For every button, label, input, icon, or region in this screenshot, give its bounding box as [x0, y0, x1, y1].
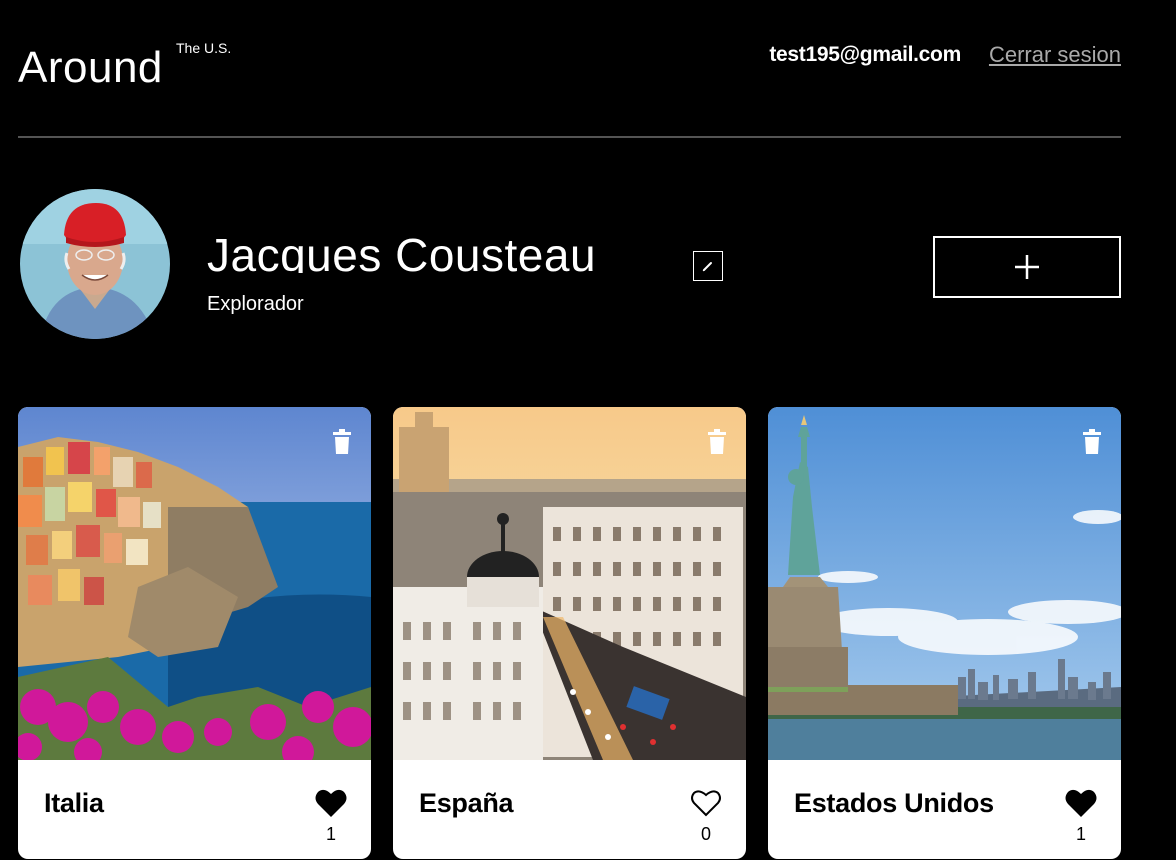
logo-text: Around — [18, 43, 163, 92]
card-image-espana[interactable] — [393, 407, 746, 760]
card: España 0 — [393, 407, 746, 859]
pencil-icon — [702, 262, 712, 272]
heart-outline-icon — [691, 790, 721, 817]
profile-about: Explorador — [207, 293, 304, 315]
like-button[interactable] — [1065, 788, 1097, 820]
avatar[interactable] — [20, 189, 170, 339]
card: Estados Unidos 1 — [768, 407, 1121, 859]
cards-grid: Italia 1 España 0 Estados Unidos 1 — [18, 407, 1122, 859]
card-footer: Estados Unidos 1 — [768, 760, 1121, 859]
card: Italia 1 — [18, 407, 371, 859]
edit-profile-button[interactable] — [693, 251, 723, 281]
site-header: Around The U.S. test195@gmail.com Cerrar… — [18, 0, 1121, 138]
user-email: test195@gmail.com — [769, 43, 961, 66]
avatar-image — [20, 189, 170, 339]
card-footer: Italia 1 — [18, 760, 371, 859]
delete-card-button[interactable] — [1081, 429, 1103, 455]
trash-icon — [1083, 429, 1101, 454]
logo-superscript: The U.S. — [176, 40, 232, 56]
delete-card-button[interactable] — [706, 429, 728, 455]
card-footer: España 0 — [393, 760, 746, 859]
delete-card-button[interactable] — [331, 429, 353, 455]
profile-name: Jacques Cousteau — [207, 229, 597, 273]
profile-section: Jacques Cousteau Explorador — [20, 189, 1121, 339]
like-count: 1 — [325, 824, 336, 844]
like-button[interactable] — [690, 788, 722, 820]
heart-filled-icon — [1065, 789, 1097, 817]
logout-link[interactable]: Cerrar sesion — [989, 42, 1121, 68]
add-card-button[interactable] — [933, 236, 1121, 298]
heart-filled-icon — [315, 789, 347, 817]
page: Around The U.S. test195@gmail.com Cerrar… — [0, 0, 1176, 860]
card-image-italia[interactable] — [18, 407, 371, 760]
card-title: Estados Unidos — [794, 788, 994, 818]
card-image-estados-unidos[interactable] — [768, 407, 1121, 760]
like-button[interactable] — [315, 788, 347, 820]
logo: Around The U.S. — [18, 40, 231, 94]
like-count: 0 — [700, 824, 711, 844]
card-title: Italia — [44, 788, 104, 818]
card-title: España — [419, 788, 514, 818]
trash-icon — [333, 429, 351, 454]
trash-icon — [708, 429, 726, 454]
header-user-area: test195@gmail.com Cerrar sesion — [769, 42, 1121, 68]
plus-icon — [1015, 255, 1039, 279]
like-count: 1 — [1075, 824, 1086, 844]
